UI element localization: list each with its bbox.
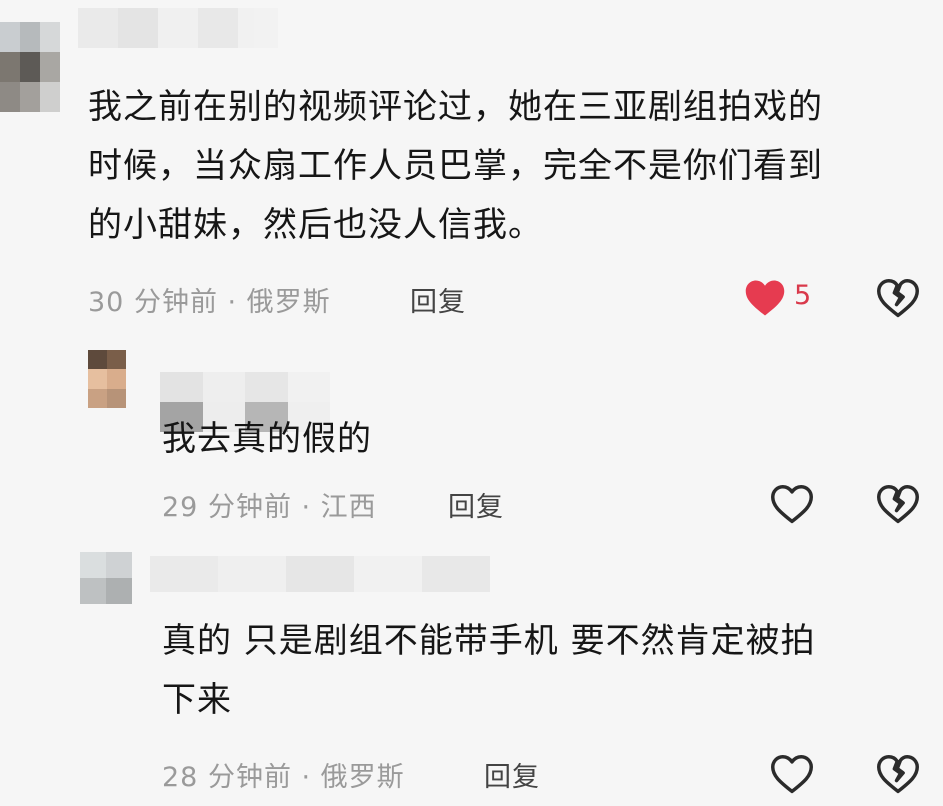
comment-text-line: 的小甜妹，然后也没人信我。	[88, 205, 543, 245]
comment-text-line: 下来	[162, 680, 232, 720]
avatar[interactable]	[88, 350, 126, 408]
avatar[interactable]	[0, 22, 60, 112]
comment-text-line: 时候，当众扇工作人员巴掌，完全不是你们看到	[88, 146, 823, 186]
comment-text-line: 真的 只是剧组不能带手机 要不然肯定被拍	[162, 621, 816, 661]
reply-button[interactable]: 回复	[484, 755, 540, 794]
comment-text: 我去真的假的	[162, 410, 922, 469]
comment-meta: 30 分钟前 · 俄罗斯	[88, 287, 331, 318]
reply-button[interactable]: 回复	[448, 485, 504, 524]
broken-heart-icon[interactable]	[876, 482, 920, 526]
comment-text-line: 我之前在别的视频评论过，她在三亚剧组拍戏的	[88, 87, 823, 127]
comment-text-line: 我去真的假的	[162, 419, 372, 459]
broken-heart-icon[interactable]	[876, 752, 920, 796]
reply-button[interactable]: 回复	[410, 280, 466, 319]
heart-outline-icon[interactable]	[770, 752, 814, 796]
like-count: 5	[794, 280, 812, 311]
username[interactable]	[150, 556, 490, 592]
heart-filled-icon[interactable]	[744, 278, 786, 318]
avatar[interactable]	[80, 552, 132, 604]
comment-meta: 29 分钟前 · 江西	[162, 492, 377, 523]
comment-text: 我之前在别的视频评论过，她在三亚剧组拍戏的 时候，当众扇工作人员巴掌，完全不是你…	[88, 78, 928, 255]
heart-outline-icon[interactable]	[770, 482, 814, 526]
broken-heart-icon[interactable]	[876, 276, 920, 320]
username[interactable]	[78, 8, 278, 48]
comment-text: 真的 只是剧组不能带手机 要不然肯定被拍 下来	[162, 612, 922, 730]
comment-meta: 28 分钟前 · 俄罗斯	[162, 762, 405, 793]
